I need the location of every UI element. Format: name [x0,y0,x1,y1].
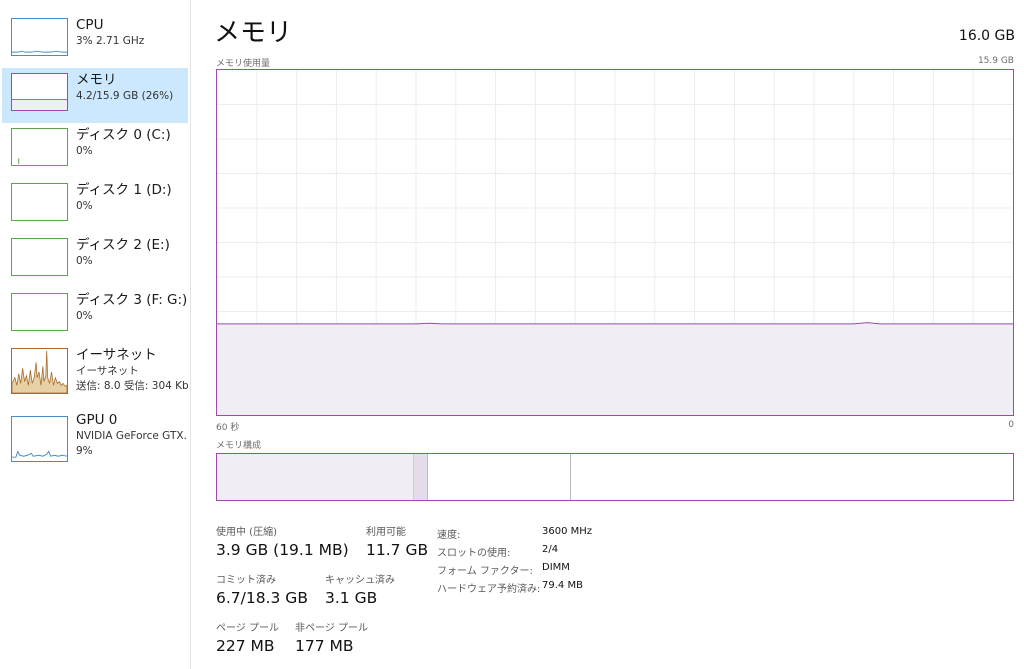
sidebar-item-title: ディスク 1 (D:) [76,182,172,198]
in-use-label: 使用中 (圧縮) [216,527,277,538]
cached-label: キャッシュ済み [325,575,395,586]
memory-usage-graph [216,69,1014,416]
composition-in-use [217,454,414,500]
sidebar-item-detail: 0% [76,255,93,267]
memory-composition-bar [216,453,1014,501]
total-memory: 16.0 GB [958,28,1015,44]
sidebar-item-disk-0[interactable]: ディスク 0 (C:) 0% [2,123,188,178]
usage-graph-label: メモリ使用量 [216,59,271,69]
disk-graph-icon [11,293,68,331]
available-label: 利用可能 [366,527,406,538]
sidebar-item-utilization: 9% [76,445,93,457]
gpu-graph-icon [11,416,68,462]
composition-standby [428,454,571,500]
page-title: メモリ [214,18,293,48]
disk-graph-icon [11,238,68,276]
committed-stat: コミット済み 6.7/18.3 GB [216,574,308,609]
sidebar-item-disk-3[interactable]: ディスク 3 (F: G:) 0% [2,288,188,343]
sidebar-item-detail: 0% [76,200,93,212]
nonpaged-pool-label: 非ページ プール [295,623,368,634]
paged-pool-stat: ページ プール 227 MB [216,622,279,657]
sidebar-item-title: メモリ [76,72,117,88]
disk-graph-icon [11,183,68,221]
sidebar-item-detail: 4.2/15.9 GB (26%) [76,90,174,102]
time-axis-start: 60 秒 [216,423,240,433]
hardware-reserved-label: ハードウェア予約済み: [437,584,541,595]
paged-pool-value: 227 MB [216,637,275,655]
sidebar-item-title: ディスク 0 (C:) [76,127,171,143]
available-stat: 利用可能 11.7 GB [366,526,428,561]
memory-graph-icon [11,73,68,111]
sidebar-item-disk-2[interactable]: ディスク 2 (E:) 0% [2,233,188,288]
committed-label: コミット済み [216,575,276,586]
sidebar-item-title: GPU 0 [76,412,118,428]
sidebar-item-title: CPU [76,17,104,33]
sidebar-item-detail: 0% [76,310,93,322]
sidebar-item-memory[interactable]: メモリ 4.2/15.9 GB (26%) [2,68,188,123]
sidebar-item-title: ディスク 2 (E:) [76,237,170,253]
sidebar-item-disk-1[interactable]: ディスク 1 (D:) 0% [2,178,188,233]
available-value: 11.7 GB [366,541,429,559]
nonpaged-pool-value: 177 MB [295,637,354,655]
paged-pool-label: ページ プール [216,623,279,634]
in-use-stat: 使用中 (圧縮) 3.9 GB (19.1 MB) [216,526,349,561]
resource-sidebar: CPU 3% 2.71 GHz メモリ 4.2/15.9 GB (26%) ディ… [0,0,191,669]
time-axis-end: 0 [1008,420,1014,430]
speed-label: 速度: [437,530,461,541]
sidebar-item-detail: NVIDIA GeForce GTX… [76,430,188,442]
sidebar-item-detail: イーサネット [76,365,139,377]
sidebar-item-title: イーサネット [76,347,157,363]
in-use-value: 3.9 GB (19.1 MB) [216,541,349,559]
committed-value: 6.7/18.3 GB [216,589,308,607]
ethernet-graph-icon [11,348,68,394]
hardware-reserved-value: 79.4 MB [542,580,583,591]
disk-graph-icon [11,128,68,166]
sidebar-item-ethernet[interactable]: イーサネット イーサネット 送信: 8.0 受信: 304 Kbp [2,343,188,403]
slots-label: スロットの使用: [437,548,511,559]
sidebar-item-detail: 0% [76,145,93,157]
composition-modified [414,454,428,500]
sidebar-item-throughput: 送信: 8.0 受信: 304 Kbp [76,380,188,392]
speed-value: 3600 MHz [542,526,593,537]
cpu-graph-icon [11,18,68,56]
form-factor-label: フォーム ファクター: [437,566,533,577]
sidebar-item-cpu[interactable]: CPU 3% 2.71 GHz [2,13,188,68]
composition-label: メモリ構成 [216,441,262,451]
slots-value: 2/4 [542,544,559,555]
cached-value: 3.1 GB [325,589,378,607]
sidebar-item-gpu-0[interactable]: GPU 0 NVIDIA GeForce GTX… 9% [2,408,188,468]
form-factor-value: DIMM [542,562,570,573]
sidebar-item-detail: 3% 2.71 GHz [76,35,145,47]
nonpaged-pool-stat: 非ページ プール 177 MB [295,622,368,657]
cached-stat: キャッシュ済み 3.1 GB [325,574,395,609]
sidebar-item-title: ディスク 3 (F: G:) [76,292,188,308]
usage-area [217,322,1013,415]
usage-graph-max: 15.9 GB [977,56,1014,66]
